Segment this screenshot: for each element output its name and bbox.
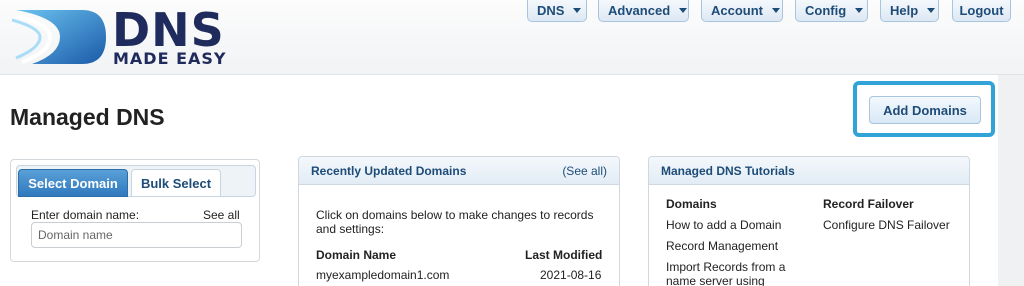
page-title: Managed DNS — [10, 104, 165, 130]
chevron-down-icon — [573, 8, 582, 13]
tutorial-link[interactable]: Import Records from a name server using — [666, 260, 806, 286]
select-tabbar: Select Domain Bulk Select — [16, 165, 256, 197]
recently-updated-panel: Recently Updated Domains (See all) Click… — [298, 156, 620, 286]
panel-title: Managed DNS Tutorials — [661, 163, 795, 178]
nav-advanced-menu[interactable]: Advanced — [598, 0, 689, 22]
tutorial-link[interactable]: Configure DNS Failover — [823, 218, 963, 232]
add-domains-button[interactable]: Add Domains — [869, 96, 981, 124]
column-header-domain: Domain Name — [316, 248, 397, 262]
logo-wordmark: DNS — [112, 3, 225, 57]
see-all-link[interactable]: See all — [203, 208, 240, 222]
tab-select-domain[interactable]: Select Domain — [18, 169, 128, 197]
top-header: DNS MADE EASY DNS Advanced Account Confi… — [0, 0, 1024, 75]
nav-label: DNS — [537, 3, 565, 18]
nav-label: Account — [711, 3, 763, 18]
domain-name-label: Enter domain name: — [31, 208, 140, 222]
logo-swoosh-icon — [12, 10, 106, 64]
domain-link[interactable]: myexampledomain1.com — [316, 268, 449, 282]
chevron-down-icon — [927, 8, 936, 13]
right-gutter — [998, 75, 1024, 286]
domain-name-input[interactable] — [31, 222, 242, 248]
last-modified-cell: 2021-08-16 — [540, 268, 602, 282]
chevron-down-icon — [855, 8, 864, 13]
nav-help-menu[interactable]: Help — [880, 0, 939, 22]
logo-tagline: MADE EASY — [113, 49, 227, 68]
nav-label: Advanced — [608, 3, 671, 18]
panel-title: Recently Updated Domains — [311, 163, 467, 178]
dns-made-easy-logo[interactable]: DNS MADE EASY — [12, 6, 252, 68]
tutorials-panel: Managed DNS Tutorials Domains How to add… — [648, 156, 970, 286]
select-domain-panel: Select Domain Bulk Select Enter domain n… — [10, 159, 260, 262]
recent-intro-text: Click on domains below to make changes t… — [316, 208, 594, 236]
nav-label: Help — [890, 3, 919, 18]
tab-bulk-select[interactable]: Bulk Select — [131, 169, 221, 197]
nav-label: Logout — [959, 3, 1004, 18]
panel-header: Recently Updated Domains (See all) — [299, 157, 619, 185]
nav-dns-menu[interactable]: DNS — [527, 0, 587, 22]
chevron-down-icon — [772, 8, 780, 13]
see-all-recent-link[interactable]: (See all) — [562, 164, 607, 178]
column-header-modified: Last Modified — [525, 248, 603, 262]
tutorial-link[interactable]: Record Management — [666, 239, 806, 253]
panel-header: Managed DNS Tutorials — [649, 157, 969, 185]
nav-label: Config — [805, 3, 847, 18]
tutorial-link[interactable]: How to add a Domain — [666, 218, 806, 232]
nav-account-menu[interactable]: Account — [701, 0, 783, 22]
logout-button[interactable]: Logout — [952, 0, 1011, 22]
chevron-down-icon — [679, 8, 688, 13]
nav-config-menu[interactable]: Config — [795, 0, 868, 22]
tutorial-heading-domains: Domains — [666, 197, 717, 211]
tutorial-heading-failover: Record Failover — [823, 197, 914, 211]
